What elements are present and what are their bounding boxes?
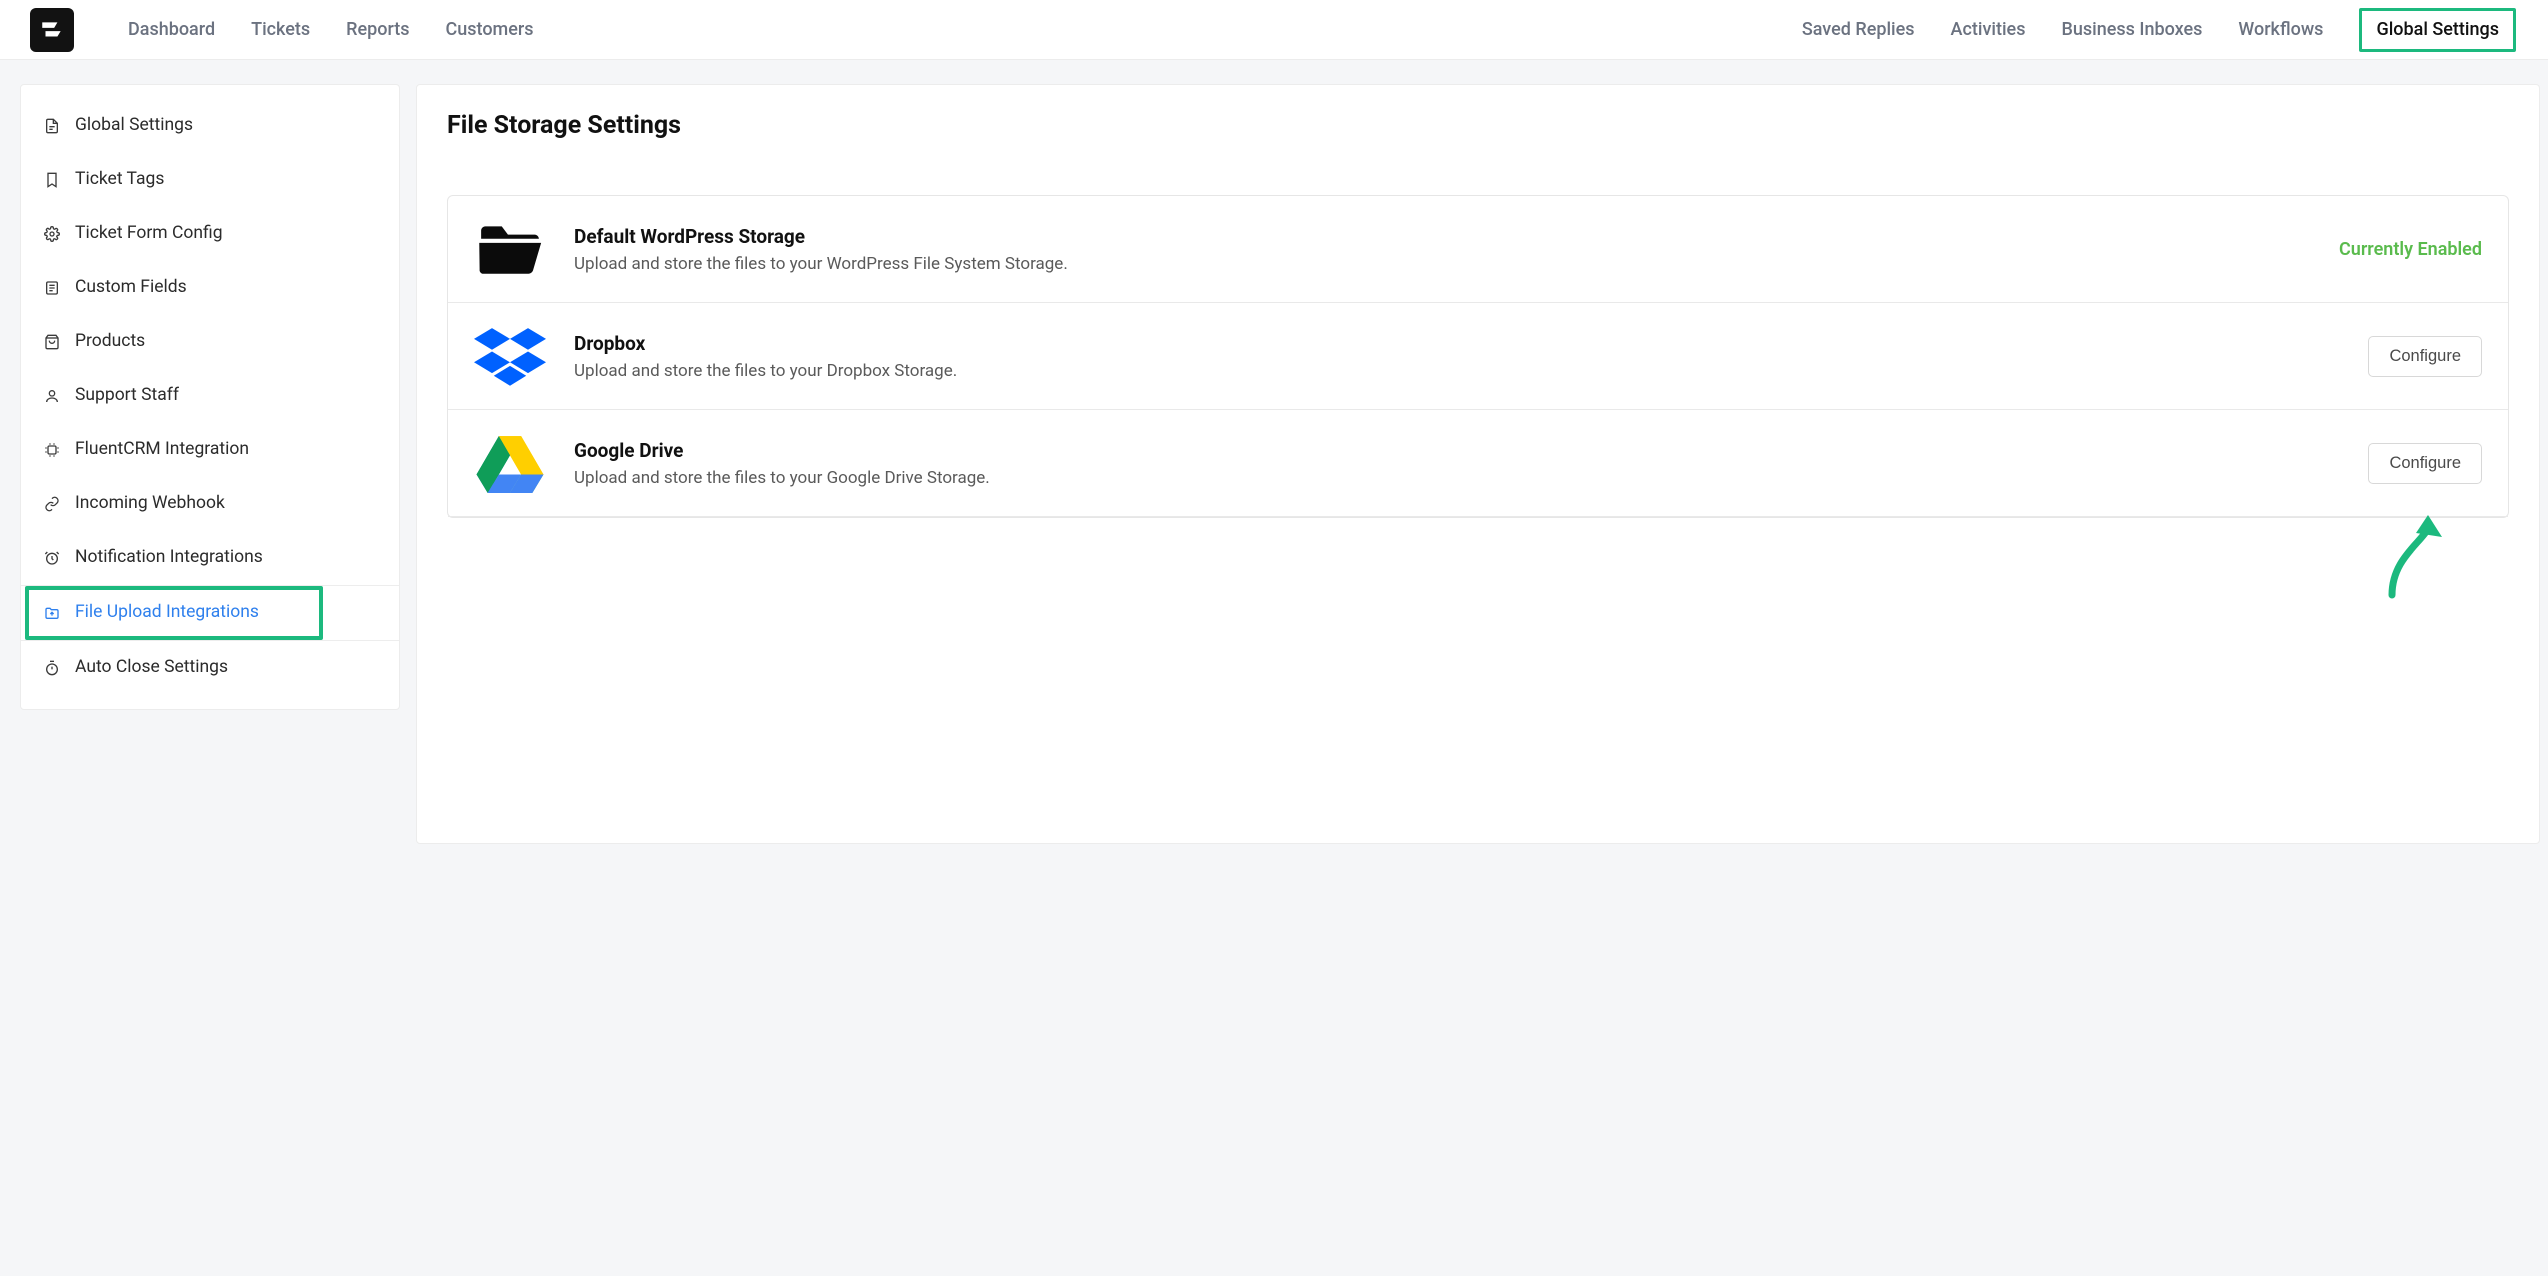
nav-left: Dashboard Tickets Reports Customers: [128, 21, 1802, 39]
nav-global-settings[interactable]: Global Settings: [2359, 8, 2516, 52]
sidebar-item-products[interactable]: Products: [21, 315, 399, 369]
configure-button-dropbox[interactable]: Configure: [2368, 336, 2482, 377]
page-title: File Storage Settings: [447, 111, 2509, 140]
storage-list: Default WordPress Storage Upload and sto…: [447, 195, 2509, 518]
topbar: Dashboard Tickets Reports Customers Save…: [0, 0, 2548, 60]
upload-folder-icon: [43, 604, 61, 622]
logo-icon: [39, 17, 65, 43]
folder-icon: [474, 217, 546, 281]
nav-business-inboxes[interactable]: Business Inboxes: [2061, 21, 2202, 39]
storage-desc: Upload and store the files to your WordP…: [574, 254, 2311, 274]
sidebar-item-auto-close-settings[interactable]: Auto Close Settings: [21, 641, 399, 695]
sidebar-item-label: Notification Integrations: [75, 549, 263, 567]
gear-icon: [43, 225, 61, 243]
status-enabled: Currently Enabled: [2339, 239, 2482, 260]
nav-reports[interactable]: Reports: [346, 21, 409, 39]
link-icon: [43, 495, 61, 513]
sidebar: Global Settings Ticket Tags Ticket Form …: [20, 84, 400, 710]
sidebar-item-fluentcrm-integration[interactable]: FluentCRM Integration: [21, 423, 399, 477]
list-icon: [43, 279, 61, 297]
storage-desc: Upload and store the files to your Dropb…: [574, 361, 2340, 381]
nav-workflows[interactable]: Workflows: [2238, 21, 2323, 39]
sidebar-item-notification-integrations[interactable]: Notification Integrations: [21, 531, 399, 585]
nav-saved-replies[interactable]: Saved Replies: [1802, 21, 1915, 39]
shopping-bag-icon: [43, 333, 61, 351]
google-drive-icon: [474, 431, 546, 495]
storage-title: Google Drive: [574, 439, 2340, 462]
sidebar-item-custom-fields[interactable]: Custom Fields: [21, 261, 399, 315]
configure-button-google-drive[interactable]: Configure: [2368, 443, 2482, 484]
sidebar-item-file-upload-integrations[interactable]: File Upload Integrations: [21, 585, 399, 641]
sidebar-item-label: Ticket Form Config: [75, 225, 223, 243]
sidebar-item-incoming-webhook[interactable]: Incoming Webhook: [21, 477, 399, 531]
storage-title: Default WordPress Storage: [574, 225, 2311, 248]
sidebar-item-label: Support Staff: [75, 387, 179, 405]
main-header: File Storage Settings: [417, 85, 2539, 167]
chip-icon: [43, 441, 61, 459]
sidebar-item-label: File Upload Integrations: [75, 604, 259, 622]
storage-row-dropbox: Dropbox Upload and store the files to yo…: [448, 303, 2508, 410]
nav-customers[interactable]: Customers: [446, 21, 534, 39]
sidebar-item-ticket-tags[interactable]: Ticket Tags: [21, 153, 399, 207]
sidebar-item-global-settings[interactable]: Global Settings: [21, 99, 399, 153]
nav-tickets[interactable]: Tickets: [251, 21, 310, 39]
nav-right: Saved Replies Activities Business Inboxe…: [1802, 8, 2516, 52]
main-panel: File Storage Settings Default WordPress …: [416, 84, 2540, 844]
sidebar-item-label: Incoming Webhook: [75, 495, 225, 513]
nav-dashboard[interactable]: Dashboard: [128, 21, 215, 39]
storage-row-google-drive: Google Drive Upload and store the files …: [448, 410, 2508, 517]
nav-activities[interactable]: Activities: [1951, 21, 2026, 39]
sidebar-item-label: FluentCRM Integration: [75, 441, 249, 459]
dropbox-icon: [474, 324, 546, 388]
sidebar-item-label: Products: [75, 333, 145, 351]
storage-desc: Upload and store the files to your Googl…: [574, 468, 2340, 488]
sidebar-item-label: Custom Fields: [75, 279, 187, 297]
storage-title: Dropbox: [574, 332, 2340, 355]
bookmark-icon: [43, 171, 61, 189]
sidebar-item-support-staff[interactable]: Support Staff: [21, 369, 399, 423]
alarm-clock-icon: [43, 549, 61, 567]
sidebar-item-ticket-form-config[interactable]: Ticket Form Config: [21, 207, 399, 261]
sidebar-item-label: Ticket Tags: [75, 171, 164, 189]
annotation-arrow-icon: [2382, 511, 2452, 601]
user-icon: [43, 387, 61, 405]
stopwatch-icon: [43, 659, 61, 677]
page: Global Settings Ticket Tags Ticket Form …: [0, 60, 2548, 844]
document-icon: [43, 117, 61, 135]
sidebar-item-label: Auto Close Settings: [75, 659, 228, 677]
sidebar-item-label: Global Settings: [75, 117, 193, 135]
storage-row-wordpress: Default WordPress Storage Upload and sto…: [448, 196, 2508, 303]
app-logo: [30, 8, 74, 52]
